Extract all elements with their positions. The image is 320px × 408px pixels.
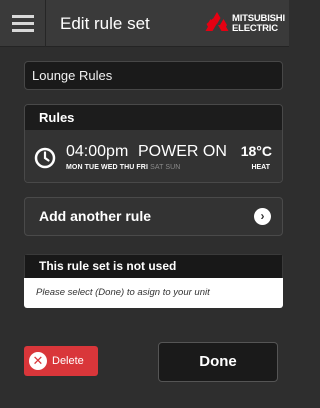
app-header: Edit rule set MITSUBISHI ELECTRIC <box>0 0 289 47</box>
notice-heading: This rule set is not used <box>24 254 283 278</box>
menu-button[interactable] <box>0 0 46 47</box>
close-icon: ✕ <box>29 352 47 370</box>
add-rule-button[interactable]: Add another rule › <box>24 197 283 236</box>
delete-label: Delete <box>52 355 84 367</box>
logo-line-2: ELECTRIC <box>232 23 278 34</box>
notice-message: Please select (Done) to asign to your un… <box>24 278 283 308</box>
rule-temperature: 18°C <box>240 143 272 159</box>
rule-active-days: MON TUE WED THU FRI <box>66 164 149 171</box>
unused-notice: This rule set is not used Please select … <box>24 254 283 308</box>
clock-icon <box>34 147 56 169</box>
rule-inactive-days: SAT SUN <box>150 164 181 171</box>
rules-heading: Rules <box>25 105 282 130</box>
mitsubishi-logo: MITSUBISHI ELECTRIC <box>204 12 286 38</box>
rule-days: MON TUE WED THU FRI SAT SUN <box>66 164 180 171</box>
hamburger-menu-icon <box>12 15 34 18</box>
rule-time: 04:00pm <box>66 143 129 160</box>
add-rule-label: Add another rule <box>39 208 152 224</box>
page-title: Edit rule set <box>60 14 150 33</box>
rules-card: Rules 04:00pm POWER ON MON TUE WED THU F… <box>24 104 283 183</box>
done-button[interactable]: Done <box>158 342 278 382</box>
three-diamonds-icon <box>205 12 229 31</box>
rule-row[interactable]: 04:00pm POWER ON MON TUE WED THU FRI SAT… <box>25 130 282 182</box>
rule-set-name-input[interactable]: Lounge Rules <box>24 61 283 90</box>
delete-button[interactable]: ✕ Delete <box>24 346 98 376</box>
rule-mode: HEAT <box>251 164 270 171</box>
rule-action: POWER ON <box>138 143 227 160</box>
chevron-right-icon: › <box>254 208 271 225</box>
